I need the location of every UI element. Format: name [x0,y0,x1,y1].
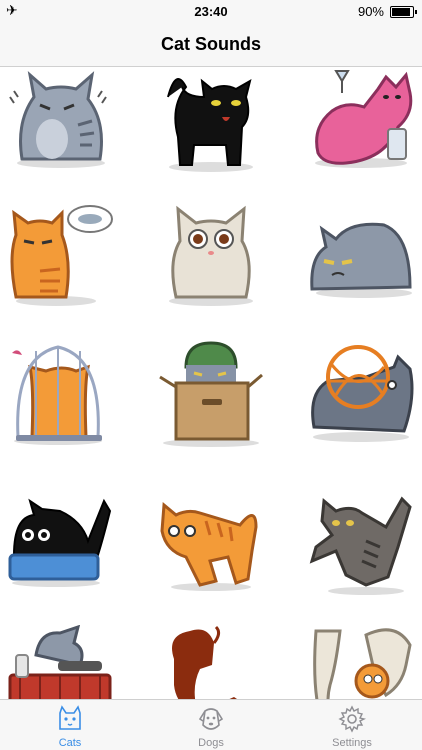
sound-tile-lion-silhouette[interactable] [156,625,266,699]
sound-tile-white-cat-surprised[interactable] [156,201,266,311]
sound-tile-orange-cat-dreaming-fish[interactable] [6,201,116,311]
navigation-bar: Cat Sounds [0,22,422,67]
sound-tile-grey-cat-grumpy-lying[interactable] [306,201,416,311]
tab-label-cats: Cats [58,737,82,749]
cat-icon [59,705,81,730]
gear-icon [338,705,366,733]
tab-bar: Cats Dogs Settings [0,699,422,750]
sound-tile-orange-cat-in-cage[interactable] [6,337,116,447]
cat-sound-grid [0,67,422,699]
tab-cats[interactable]: Cats [0,700,140,750]
battery-percent: 90% [357,4,384,19]
sound-tile-orange-cat-jumping[interactable] [156,491,266,601]
sound-tile-grey-cat-shivering[interactable] [6,67,116,177]
sound-tile-cat-shopping-basket[interactable] [6,625,116,699]
tab-label-dogs: Dogs [198,737,224,749]
battery-icon [390,6,417,18]
sound-tile-black-cat-litter-box[interactable] [6,491,116,601]
sound-tile-pink-cat-drinking[interactable] [306,67,416,177]
status-bar: ✈ 23:40 90% [0,0,422,22]
sound-tile-grey-tabby-cat-leaping[interactable] [306,491,416,601]
tab-label-settings: Settings [332,737,372,749]
sound-tile-cat-in-box-with-helmet[interactable] [156,337,266,447]
tab-settings[interactable]: Settings [282,700,422,750]
sound-tile-cat-with-vacuum[interactable] [306,625,416,699]
page-title: Cat Sounds [160,34,261,54]
tab-dogs[interactable]: Dogs [141,700,281,750]
dog-icon [198,708,224,730]
sound-tile-grey-cat-yarn-ball[interactable] [306,337,416,447]
sound-tile-black-cat-hissing[interactable] [156,67,266,177]
